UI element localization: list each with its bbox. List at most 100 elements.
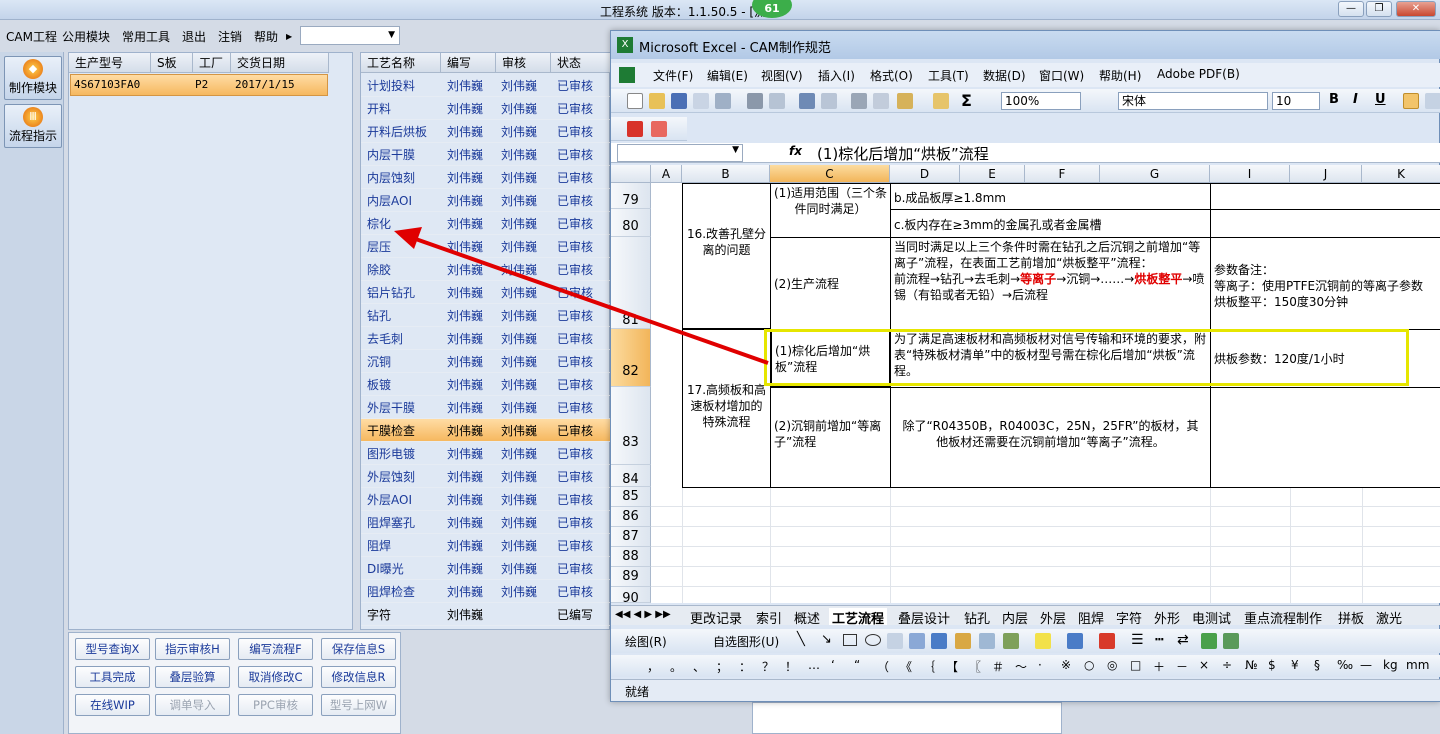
- select-all[interactable]: [611, 165, 651, 183]
- table-row[interactable]: 开料后烘板 刘伟巍 刘伟巍 已审核: [361, 120, 611, 143]
- font-color-icon[interactable]: [1099, 633, 1115, 649]
- table-row[interactable]: 外层AOI 刘伟巍 刘伟巍 已审核: [361, 488, 611, 511]
- symbol-button[interactable]: ÷: [1222, 658, 1232, 672]
- cell-i79[interactable]: [1210, 183, 1440, 210]
- symbol-button[interactable]: ·: [1038, 658, 1042, 672]
- sum-icon[interactable]: Σ: [961, 91, 972, 110]
- cell-i80[interactable]: [1210, 209, 1440, 238]
- dash-style-icon[interactable]: ┅: [1155, 632, 1163, 648]
- symbol-button[interactable]: ×: [1199, 658, 1209, 672]
- cut-icon[interactable]: [851, 93, 867, 109]
- symbol-button[interactable]: □: [1130, 658, 1141, 672]
- col-j[interactable]: J: [1290, 165, 1362, 183]
- zoom-select[interactable]: 100%: [1001, 92, 1081, 110]
- bold-icon[interactable]: B: [1329, 92, 1339, 107]
- permission-icon[interactable]: [693, 93, 709, 109]
- pdf-mail-icon[interactable]: [651, 121, 667, 137]
- menu-dropdown[interactable]: ▼: [300, 26, 400, 45]
- italic-icon[interactable]: I: [1353, 92, 1358, 107]
- table-row[interactable]: 外层蚀刻 刘伟巍 刘伟巍 已审核: [361, 465, 611, 488]
- arrow-icon[interactable]: ↘: [821, 632, 832, 647]
- symbol-button[interactable]: mm: [1406, 658, 1429, 672]
- format-painter-icon[interactable]: [933, 93, 949, 109]
- xl-menu-file[interactable]: 文件(F): [653, 67, 693, 84]
- row-88[interactable]: 88: [611, 547, 651, 567]
- spell-icon[interactable]: [799, 93, 815, 109]
- wordart-icon[interactable]: [909, 633, 925, 649]
- open-icon[interactable]: [649, 93, 665, 109]
- symbol-button[interactable]: $: [1268, 658, 1276, 672]
- sheet-tab[interactable]: 概述: [791, 608, 823, 625]
- save-icon[interactable]: [671, 93, 687, 109]
- symbol-button[interactable]: ※: [1061, 658, 1071, 672]
- rectangle-icon[interactable]: [843, 634, 857, 646]
- symbol-button[interactable]: §: [1314, 658, 1320, 672]
- table-row[interactable]: DI曝光 刘伟巍 刘伟巍 已审核: [361, 557, 611, 580]
- symbol-button[interactable]: ，: [647, 658, 659, 675]
- col-header[interactable]: 工艺名称: [361, 53, 441, 73]
- symbol-button[interactable]: 。: [670, 658, 682, 675]
- image-icon[interactable]: [1003, 633, 1019, 649]
- sheet-tab[interactable]: 索引: [753, 608, 785, 625]
- row-85[interactable]: 85: [611, 487, 651, 507]
- symbol-button[interactable]: ○: [1084, 658, 1094, 672]
- symbol-button[interactable]: —: [1360, 658, 1372, 672]
- cell-d79[interactable]: b.成品板厚≥1.8mm: [890, 183, 1211, 210]
- symbol-button[interactable]: 、: [693, 658, 705, 675]
- sheet-tab[interactable]: 字符: [1113, 608, 1145, 625]
- align-left-icon[interactable]: [1403, 93, 1419, 109]
- cell-d81[interactable]: 当同时满足以上三个条件时需在钻孔之后沉铜之前增加“等离子”流程，在表面工艺前增加…: [890, 237, 1211, 330]
- menu-exit[interactable]: 退出: [182, 28, 206, 45]
- table-row[interactable]: 内层AOI 刘伟巍 刘伟巍 已审核: [361, 189, 611, 212]
- font-select[interactable]: 宋体: [1118, 92, 1268, 110]
- nav-flow-guide[interactable]: Ⅲ 流程指示: [4, 104, 62, 148]
- table-row[interactable]: 4S67103FA0 P2 2017/1/15: [70, 74, 328, 96]
- sheet-tab[interactable]: 外层: [1037, 608, 1069, 625]
- name-box[interactable]: ▼: [617, 144, 743, 162]
- table-row[interactable]: 干膜检查 刘伟巍 刘伟巍 已审核: [361, 419, 611, 442]
- xl-menu-tools[interactable]: 工具(T): [928, 67, 969, 84]
- symbol-button[interactable]: 《: [900, 658, 912, 675]
- paste-icon[interactable]: [897, 93, 913, 109]
- symbol-button[interactable]: …: [808, 658, 820, 672]
- arrow-style-icon[interactable]: ⇄: [1177, 632, 1189, 648]
- save-info-button[interactable]: 保存信息S: [321, 638, 396, 660]
- table-row[interactable]: 阻焊检查 刘伟巍 刘伟巍 已审核: [361, 580, 611, 603]
- xl-menu-help[interactable]: 帮助(H): [1099, 67, 1141, 84]
- menu-tools[interactable]: 常用工具: [122, 28, 170, 45]
- sheet-tab[interactable]: 阻焊: [1075, 608, 1107, 625]
- autoshape-menu[interactable]: 自选图形(U): [713, 633, 779, 650]
- font-size-select[interactable]: 10: [1272, 92, 1320, 110]
- sheet-tab[interactable]: 工艺流程: [829, 608, 888, 625]
- xl-menu-insert[interactable]: 插入(I): [818, 67, 855, 84]
- stackup-check-button[interactable]: 叠层验算: [155, 666, 230, 688]
- shadow-icon[interactable]: [1201, 633, 1217, 649]
- xl-menu-edit[interactable]: 编辑(E): [707, 67, 748, 84]
- menu-help[interactable]: 帮助: [254, 28, 278, 45]
- menu-cam[interactable]: CAM工程: [6, 28, 57, 45]
- tool-done-button[interactable]: 工具完成: [75, 666, 150, 688]
- row-90[interactable]: 90: [611, 587, 651, 603]
- xl-menu-adobe[interactable]: Adobe PDF(B): [1157, 67, 1240, 81]
- formula-input[interactable]: (1)棕化后增加“烘板”流程: [817, 143, 989, 164]
- write-flow-button[interactable]: 编写流程F: [238, 638, 313, 660]
- row-87[interactable]: 87: [611, 527, 651, 547]
- col-b[interactable]: B: [682, 165, 770, 183]
- align-center-icon[interactable]: [1425, 93, 1440, 109]
- cell-c81[interactable]: (2)生产流程: [770, 237, 891, 330]
- sheet-tab[interactable]: 叠层设计: [895, 608, 953, 625]
- symbol-button[interactable]: ＋: [1153, 658, 1165, 675]
- line-color-icon[interactable]: [1067, 633, 1083, 649]
- col-c[interactable]: C: [770, 165, 890, 183]
- col-i[interactable]: I: [1210, 165, 1290, 183]
- xl-menu-view[interactable]: 视图(V): [761, 67, 803, 84]
- table-row[interactable]: 内层干膜 刘伟巍 刘伟巍 已审核: [361, 143, 611, 166]
- symbol-button[interactable]: №: [1245, 658, 1257, 672]
- ppc-review-button[interactable]: PPC审核: [238, 694, 313, 716]
- textbox-icon[interactable]: [887, 633, 903, 649]
- table-row[interactable]: 图形电镀 刘伟巍 刘伟巍 已审核: [361, 442, 611, 465]
- copy-icon[interactable]: [873, 93, 889, 109]
- 3d-icon[interactable]: [1223, 633, 1239, 649]
- symbol-button[interactable]: 【: [946, 658, 958, 675]
- sheet-tab[interactable]: 电测试: [1189, 608, 1234, 625]
